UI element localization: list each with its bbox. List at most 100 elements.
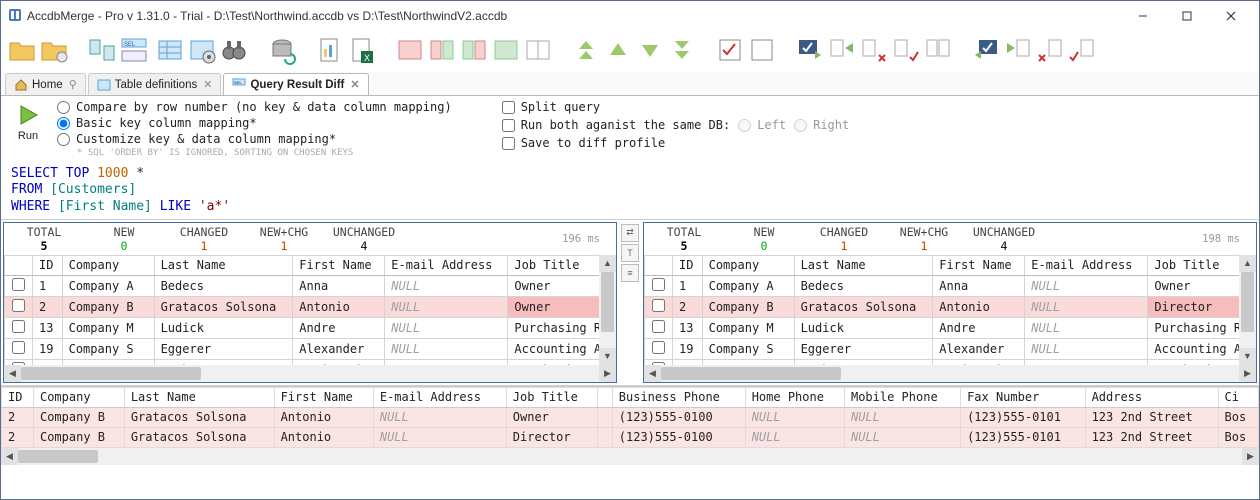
diff-row[interactable]: 2Company BGratacos SolsonaAntonioNULLDir… [2,427,1259,447]
tab-home[interactable]: Home ⚲ [5,73,86,95]
sync-delete-r-icon[interactable] [859,35,889,68]
table-icon[interactable] [155,35,185,68]
close-button[interactable] [1209,2,1253,30]
table-row[interactable]: 1Company ABedecsAnnaNULLOwner [5,275,616,296]
text-mode-icon[interactable]: T [621,244,639,262]
sync-apply-icon[interactable] [795,35,825,68]
row-checkbox[interactable] [12,320,25,333]
nav-down-icon[interactable] [635,35,665,68]
merge-right-icon[interactable] [427,35,457,68]
table-row[interactable]: 19Company SEggererAlexanderNULLAccountin… [645,338,1256,359]
nav-up-icon[interactable] [603,35,633,68]
merge-left-icon[interactable] [459,35,489,68]
table-row[interactable]: 13Company MLudickAndreNULLPurchasing R [5,317,616,338]
row-checkbox[interactable] [12,278,25,291]
row-checkbox[interactable] [652,299,665,312]
col-header[interactable]: ID [2,387,34,407]
col-header[interactable]: Business Phone [612,387,745,407]
vertical-scrollbar[interactable]: ▲▼ [1239,255,1256,365]
col-email[interactable]: E-mail Address [1025,255,1148,275]
col-lastname[interactable]: Last Name [154,255,293,275]
table-row[interactable]: 1Company ABedecsAnnaNULLOwner [645,275,1256,296]
table-row[interactable]: 2Company BGratacos SolsonaAntonioNULLDir… [645,296,1256,317]
col-firstname[interactable]: First Name [933,255,1025,275]
nav-first-diff-icon[interactable] [571,35,601,68]
left-result-grid[interactable]: ID Company Last Name First Name E-mail A… [4,255,616,365]
col-firstname[interactable]: First Name [293,255,385,275]
table-row[interactable]: 2Company BGratacos SolsonaAntonioNULLOwn… [5,296,616,317]
col-company[interactable]: Company [702,255,794,275]
right-result-grid[interactable]: ID Company Last Name First Name E-mail A… [644,255,1256,365]
close-icon[interactable]: ✕ [201,78,212,91]
col-header[interactable]: Last Name [124,387,274,407]
folder-db2-icon[interactable] [39,35,69,68]
merge-all-right-icon[interactable] [491,35,521,68]
col-lastname[interactable]: Last Name [794,255,933,275]
apply-check-icon[interactable] [715,35,745,68]
col-id[interactable]: ID [33,255,63,275]
pin-icon[interactable]: ⚲ [67,78,77,91]
sync-check-r-icon[interactable] [891,35,921,68]
sync-check-l-icon[interactable] [1067,35,1097,68]
sql-editor[interactable]: SELECT TOP 1000 * FROM [Customers] WHERE… [1,162,1259,219]
compare-mode-icon[interactable]: ⇄ [621,224,639,242]
run-button[interactable]: Run [9,100,47,158]
diff-row[interactable]: 2Company BGratacos SolsonaAntonioNULLOwn… [2,407,1259,427]
sync-apply-l-icon[interactable] [971,35,1001,68]
diff-detail-grid[interactable]: IDCompanyLast NameFirst NameE-mail Addre… [1,387,1259,448]
minimize-button[interactable] [1121,2,1165,30]
tab-table-definitions[interactable]: Table definitions ✕ [88,73,222,95]
folder-db1-icon[interactable] [7,35,37,68]
row-checkbox[interactable] [12,299,25,312]
merge-all-left-icon[interactable] [395,35,425,68]
table-row[interactable]: 19Company SEggererAlexanderNULLAccountin… [5,338,616,359]
binoculars-icon[interactable] [219,35,249,68]
empty-grid-icon[interactable] [523,35,553,68]
row-checkbox[interactable] [652,320,665,333]
col-header[interactable]: Ci [1218,387,1259,407]
sync-none-icon[interactable] [923,35,953,68]
table-gear-icon[interactable] [187,35,217,68]
col-header[interactable]: First Name [274,387,373,407]
compare-query-icon[interactable]: SEL [119,35,149,68]
row-checkbox[interactable] [652,278,665,291]
horizontal-scrollbar[interactable]: ◀▶ [1,448,1259,465]
check-same-db[interactable]: Run both aganist the same DB: [502,118,731,132]
radio-left-db[interactable]: Left [738,118,786,132]
col-header[interactable]: Address [1085,387,1218,407]
table-row[interactable]: 13Company MLudickAndreNULLPurchasing R [645,317,1256,338]
col-id[interactable]: ID [673,255,703,275]
col-company[interactable]: Company [62,255,154,275]
close-icon[interactable]: ✕ [348,78,359,91]
col-header[interactable]: E-mail Address [373,387,506,407]
export-excel-icon[interactable]: X [347,35,377,68]
db-refresh-icon[interactable] [267,35,297,68]
tab-query-result-diff[interactable]: SEL Query Result Diff ✕ [223,73,368,95]
nav-last-diff-icon[interactable] [667,35,697,68]
sync-left-icon[interactable] [827,35,857,68]
col-header[interactable]: Mobile Phone [844,387,960,407]
col-header[interactable]: Job Title [506,387,597,407]
radio-basic-mapping[interactable]: Basic key column mapping* [57,116,452,130]
horizontal-scrollbar[interactable]: ◀▶ [644,365,1256,382]
check-save-profile[interactable]: Save to diff profile [502,136,850,150]
compare-tables-icon[interactable] [87,35,117,68]
horizontal-scrollbar[interactable]: ◀▶ [4,365,616,382]
col-header[interactable]: Home Phone [745,387,844,407]
col-email[interactable]: E-mail Address [385,255,508,275]
vertical-scrollbar[interactable]: ▲▼ [599,255,616,365]
report-icon[interactable] [315,35,345,68]
row-checkbox[interactable] [652,341,665,354]
filter-icon[interactable]: ≡ [621,264,639,282]
col-header[interactable]: Company [33,387,124,407]
radio-customize-mapping[interactable]: Customize key & data column mapping* [57,132,452,146]
sync-right-icon[interactable] [1003,35,1033,68]
sync-delete-l-icon[interactable] [1035,35,1065,68]
uncheck-icon[interactable] [747,35,777,68]
radio-right-db[interactable]: Right [794,118,849,132]
col-header[interactable]: Fax Number [961,387,1086,407]
row-checkbox[interactable] [12,341,25,354]
radio-compare-row-number[interactable]: Compare by row number (no key & data col… [57,100,452,114]
maximize-button[interactable] [1165,2,1209,30]
col-header[interactable] [597,387,612,407]
